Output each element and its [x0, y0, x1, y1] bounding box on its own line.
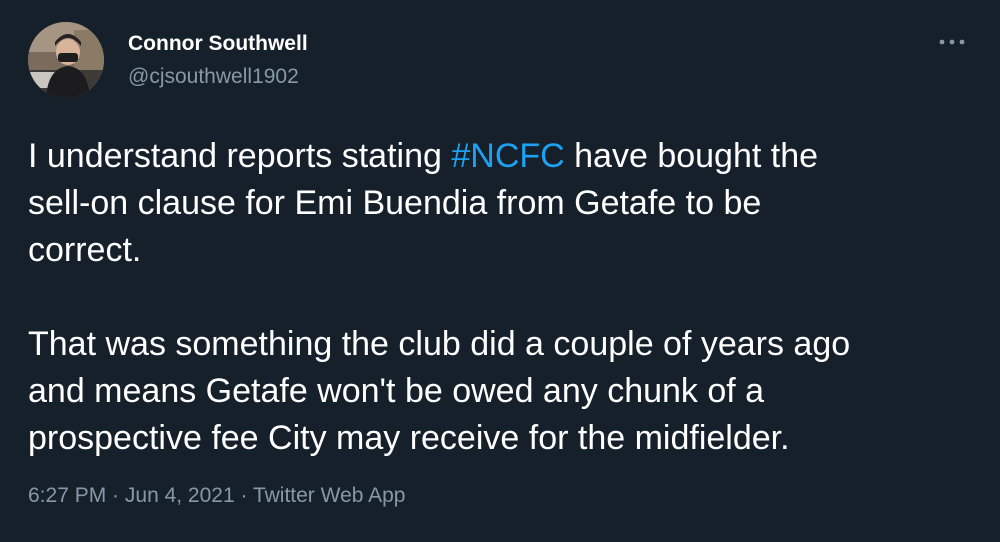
tweet-card: Connor Southwell @cjsouthwell1902 I unde… — [0, 0, 1000, 542]
hashtag-link[interactable]: #NCFC — [451, 137, 564, 175]
author-handle[interactable]: @cjsouthwell1902 — [128, 65, 299, 89]
tweet-text: I understand reports stating #NCFC have … — [28, 133, 973, 462]
tweet-line: I understand reports stating #NCFC have … — [28, 133, 973, 180]
tweet-metadata: 6:27 PM · Jun 4, 2021 · Twitter Web App — [28, 484, 405, 508]
meta-separator: · — [234, 484, 253, 507]
tweet-line: and means Getafe won't be owed any chunk… — [28, 372, 765, 410]
tweet-line: sell-on clause for Emi Buendia from Geta… — [28, 184, 762, 222]
tweet-line: prospective fee City may receive for the… — [28, 419, 790, 457]
author-display-name[interactable]: Connor Southwell — [128, 32, 308, 56]
tweet-text-segment: have bought the — [564, 137, 819, 175]
meta-separator: · — [106, 484, 125, 507]
author-avatar[interactable] — [28, 22, 104, 98]
more-options-button[interactable] — [932, 30, 972, 54]
tweet-line: That was something the club did a couple… — [28, 325, 851, 363]
tweet-line: correct. — [28, 231, 142, 269]
tweet-text-segment: I understand reports stating — [28, 137, 452, 175]
tweet-source[interactable]: Twitter Web App — [253, 484, 406, 507]
profile-photo-icon — [28, 22, 104, 98]
tweet-timestamp-date[interactable]: Jun 4, 2021 — [125, 484, 235, 507]
more-horizontal-icon — [939, 39, 965, 45]
tweet-timestamp-time[interactable]: 6:27 PM — [28, 484, 106, 507]
